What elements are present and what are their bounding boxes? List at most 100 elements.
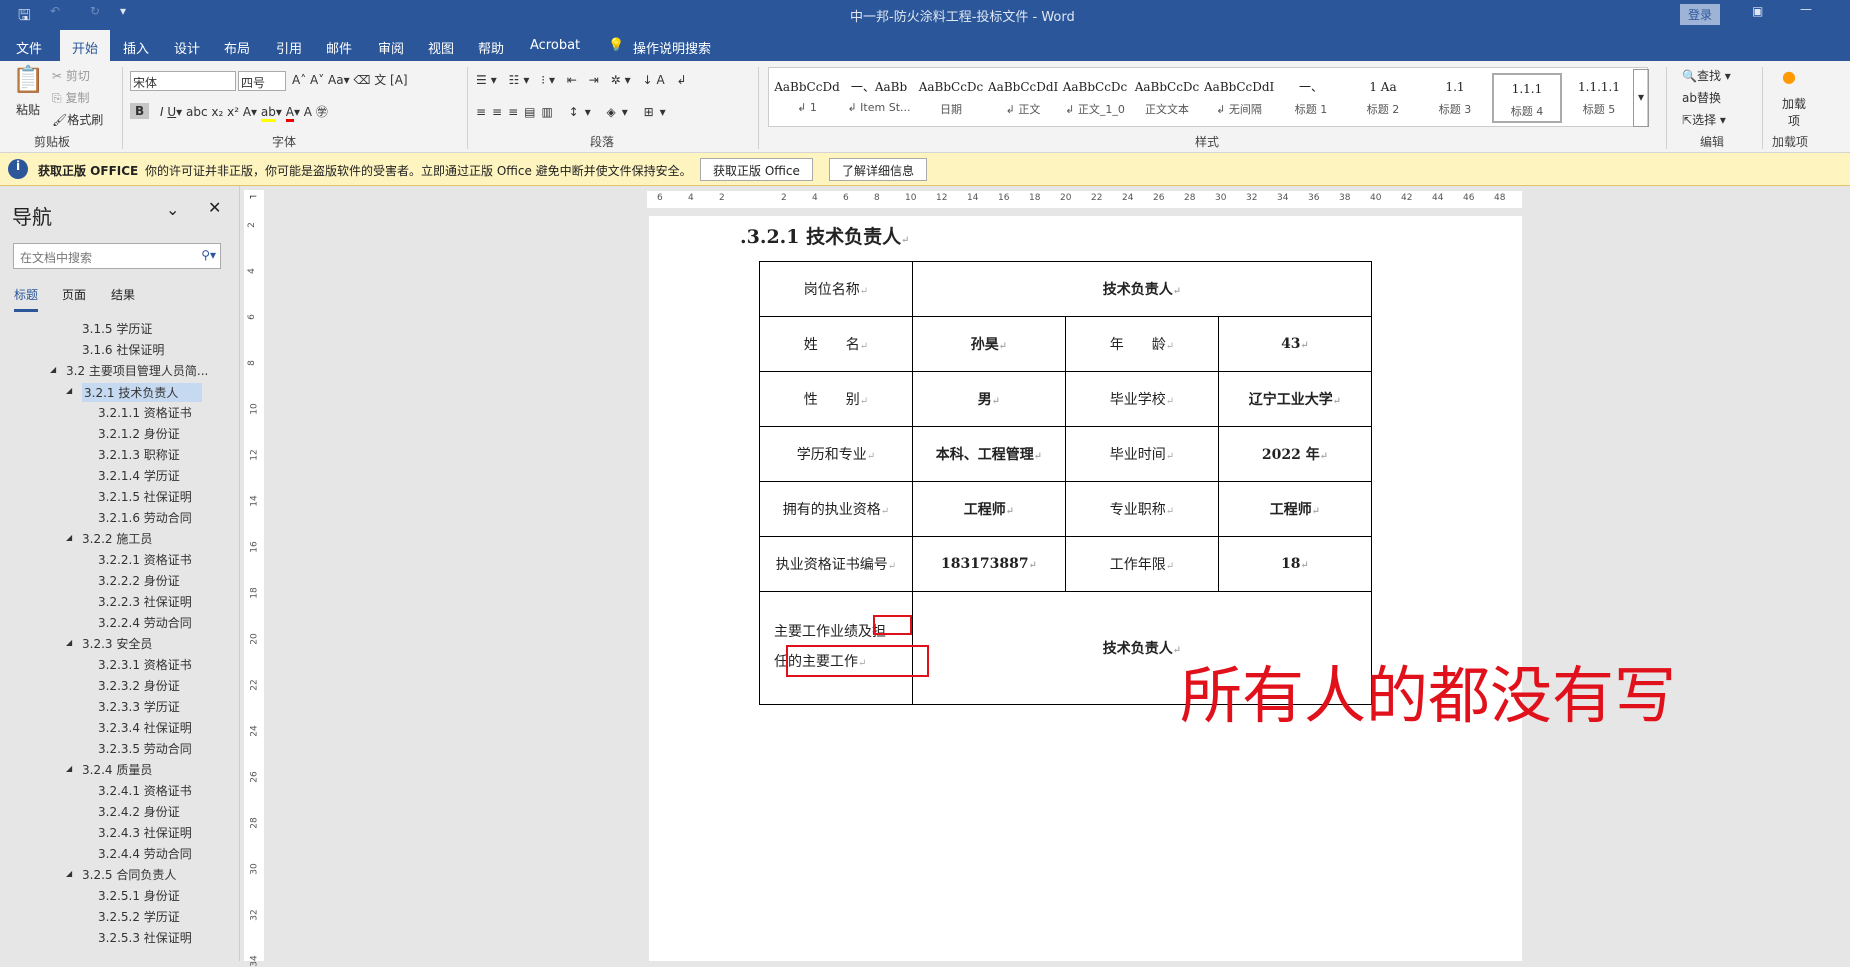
addins-button[interactable]: 加载项 bbox=[1778, 95, 1810, 129]
search-icon[interactable]: ⚲▾ bbox=[201, 248, 216, 262]
paragraph-icons[interactable]: ☰▾ ☷▾ ⁝▾ ⇤ ⇥ ✲▾ ↓A ↲ bbox=[476, 73, 691, 87]
tell-me-search[interactable]: 操作说明搜索 bbox=[625, 34, 719, 61]
bold-button[interactable]: B bbox=[130, 103, 150, 119]
nav-heading-item[interactable]: 3.2.3.3 学历证 bbox=[98, 698, 180, 715]
nav-heading-item[interactable]: 3.2.1.1 资格证书 bbox=[98, 404, 192, 421]
nav-heading-item[interactable]: 3.2.1.5 社保证明 bbox=[98, 488, 192, 505]
nav-heading-item[interactable]: 3.2.3.1 资格证书 bbox=[98, 656, 192, 673]
style-item[interactable]: AaBbCcDd ↲ 1 bbox=[772, 73, 842, 123]
nav-heading-item[interactable]: 3.2.4.4 劳动合同 bbox=[98, 845, 192, 862]
collapse-arrow-icon[interactable]: ◢ bbox=[66, 533, 72, 542]
nav-heading-item[interactable]: 3.2.4.2 身份证 bbox=[98, 803, 180, 820]
grow-font-icon[interactable]: A˄ A˅ Aa▾ ⌫ 文 [A] bbox=[292, 71, 408, 88]
format-icons[interactable]: I U▾ abc x₂ x² A▾ ab▾ A▾ A ㊫ bbox=[160, 103, 328, 122]
collapse-arrow-icon[interactable]: ◢ bbox=[66, 386, 72, 395]
nav-heading-item[interactable]: 3.2.3 安全员 bbox=[82, 635, 152, 652]
tab-layout[interactable]: 布局 bbox=[216, 34, 258, 61]
nav-heading-item[interactable]: 3.2.4 质量员 bbox=[82, 761, 152, 778]
nav-heading-item[interactable]: 3.2.2.3 社保证明 bbox=[98, 593, 192, 610]
cut-button[interactable]: ✂ 剪切 bbox=[52, 67, 90, 84]
ruler-tick-label: 38 bbox=[1339, 193, 1351, 203]
login-button[interactable]: 登录 bbox=[1680, 4, 1721, 25]
tab-acrobat[interactable]: Acrobat bbox=[522, 34, 588, 57]
nav-heading-item[interactable]: 3.2.1 技术负责人 bbox=[82, 383, 203, 402]
ribbon-display-icon[interactable]: ▣ bbox=[1752, 4, 1763, 18]
tab-references[interactable]: 引用 bbox=[268, 34, 310, 61]
nav-heading-item[interactable]: 3.2.1.4 学历证 bbox=[98, 467, 180, 484]
styles-more-button[interactable]: ▾ bbox=[1633, 69, 1649, 127]
style-item[interactable]: AaBbCcDc 日期 bbox=[916, 73, 986, 123]
style-item[interactable]: 1.1 标题 3 bbox=[1420, 73, 1490, 123]
minimize-icon[interactable]: — bbox=[1800, 2, 1812, 16]
nav-heading-item[interactable]: 3.2.4.1 资格证书 bbox=[98, 782, 192, 799]
ruler-tick-label: 22 bbox=[1091, 193, 1103, 203]
nav-heading-item[interactable]: 3.2.3.2 身份证 bbox=[98, 677, 180, 694]
style-item[interactable]: AaBbCcDdI ↲ 正文 bbox=[988, 73, 1058, 123]
nav-heading-item[interactable]: 3.2.5.3 社保证明 bbox=[98, 929, 192, 946]
customize-qat-icon[interactable]: ▾ bbox=[120, 4, 126, 18]
nav-heading-item[interactable]: 3.1.5 学历证 bbox=[82, 320, 152, 337]
nav-tab-pages[interactable]: 页面 bbox=[62, 286, 86, 303]
tab-help[interactable]: 帮助 bbox=[470, 34, 512, 61]
close-icon[interactable]: ✕ bbox=[208, 198, 221, 217]
style-item[interactable]: AaBbCcDdI ↲ 无间隔 bbox=[1204, 73, 1274, 123]
nav-heading-item[interactable]: 3.2.5 合同负责人 bbox=[82, 866, 176, 883]
tab-design[interactable]: 设计 bbox=[166, 34, 208, 61]
learn-more-button[interactable]: 了解详细信息 bbox=[829, 158, 928, 181]
tab-review[interactable]: 审阅 bbox=[370, 34, 412, 61]
style-item[interactable]: 1 Aa 标题 2 bbox=[1348, 73, 1418, 123]
nav-heading-item[interactable]: 3.2.2.4 劳动合同 bbox=[98, 614, 192, 631]
font-size-select[interactable]: 四号 bbox=[238, 71, 286, 91]
tab-selector-icon[interactable]: ⌐ bbox=[246, 192, 261, 203]
tab-mailings[interactable]: 邮件 bbox=[318, 34, 360, 61]
paste-button[interactable]: 粘贴 bbox=[16, 101, 40, 118]
style-item[interactable]: 1.1.1.1 标题 5 bbox=[1564, 73, 1634, 123]
undo-icon[interactable]: ↶ bbox=[50, 4, 60, 18]
redo-icon[interactable]: ↻ bbox=[90, 4, 100, 18]
nav-tab-results[interactable]: 结果 bbox=[111, 286, 135, 303]
ruler-tick-label: 22 bbox=[249, 679, 260, 691]
tab-file[interactable]: 文件 bbox=[8, 34, 50, 61]
nav-heading-item[interactable]: 3.2.2 施工员 bbox=[82, 530, 152, 547]
nav-heading-item[interactable]: 3.2.5.1 身份证 bbox=[98, 887, 180, 904]
style-item[interactable]: 1.1.1 标题 4 bbox=[1492, 73, 1562, 123]
find-button[interactable]: 🔍查找 ▾ bbox=[1682, 67, 1731, 84]
collapse-arrow-icon[interactable]: ◢ bbox=[66, 638, 72, 647]
style-item[interactable]: AaBbCcDc ↲ 正文_1_0 bbox=[1060, 73, 1130, 123]
nav-heading-item[interactable]: 3.2.1.3 职称证 bbox=[98, 446, 180, 463]
select-button[interactable]: ⇱选择 ▾ bbox=[1682, 111, 1726, 128]
tab-insert[interactable]: 插入 bbox=[115, 34, 157, 61]
nav-heading-item[interactable]: 3.2.5.2 学历证 bbox=[98, 908, 180, 925]
collapse-arrow-icon[interactable]: ◢ bbox=[66, 869, 72, 878]
style-item[interactable]: AaBbCcDc 正文文本 bbox=[1132, 73, 1202, 123]
nav-search-input[interactable]: 在文档中搜索 ⚲▾ bbox=[13, 243, 221, 269]
nav-tab-headings[interactable]: 标题 bbox=[14, 286, 39, 312]
font-name-select[interactable]: 宋体 bbox=[130, 71, 236, 91]
nav-heading-item[interactable]: 3.2.1.6 劳动合同 bbox=[98, 509, 192, 526]
nav-heading-item[interactable]: 3.2.3.5 劳动合同 bbox=[98, 740, 192, 757]
ruler-tick-label: 2 bbox=[246, 222, 257, 228]
format-painter-button[interactable]: 🖌格式刷 bbox=[52, 111, 103, 128]
collapse-arrow-icon[interactable]: ◢ bbox=[50, 365, 56, 374]
tab-view[interactable]: 视图 bbox=[420, 34, 462, 61]
nav-heading-item[interactable]: 3.2 主要项目管理人员简... bbox=[66, 362, 208, 379]
copy-button[interactable]: ⎘ 复制 bbox=[52, 89, 89, 106]
nav-heading-item[interactable]: 3.1.6 社保证明 bbox=[82, 341, 164, 358]
collapse-arrow-icon[interactable]: ◢ bbox=[66, 764, 72, 773]
tab-home[interactable]: 开始 bbox=[60, 30, 111, 61]
paste-icon[interactable]: 📋 bbox=[12, 65, 44, 95]
nav-heading-item[interactable]: 3.2.3.4 社保证明 bbox=[98, 719, 192, 736]
chevron-down-icon[interactable]: ⌄ bbox=[166, 200, 179, 219]
nav-heading-item[interactable]: 3.2.1.2 身份证 bbox=[98, 425, 180, 442]
style-item[interactable]: 一、AaBb ↲ Item St... bbox=[844, 73, 914, 123]
nav-heading-item[interactable]: 3.2.4.3 社保证明 bbox=[98, 824, 192, 841]
style-item[interactable]: 一、 标题 1 bbox=[1276, 73, 1346, 123]
nav-heading-item[interactable]: 3.2.2.2 身份证 bbox=[98, 572, 180, 589]
get-genuine-office-button[interactable]: 获取正版 Office bbox=[700, 158, 813, 181]
addin-icon: ● bbox=[1782, 67, 1796, 86]
save-icon[interactable]: 🖫 bbox=[18, 5, 31, 30]
replace-button[interactable]: ab替换 bbox=[1682, 89, 1721, 106]
align-icons[interactable]: ≡≡≡▤▥ ↕▾ ◈▾ ⊞▾ bbox=[476, 105, 672, 119]
nav-heading-item[interactable]: 3.2.2.1 资格证书 bbox=[98, 551, 192, 568]
ruler-tick-label: 4 bbox=[688, 193, 694, 203]
